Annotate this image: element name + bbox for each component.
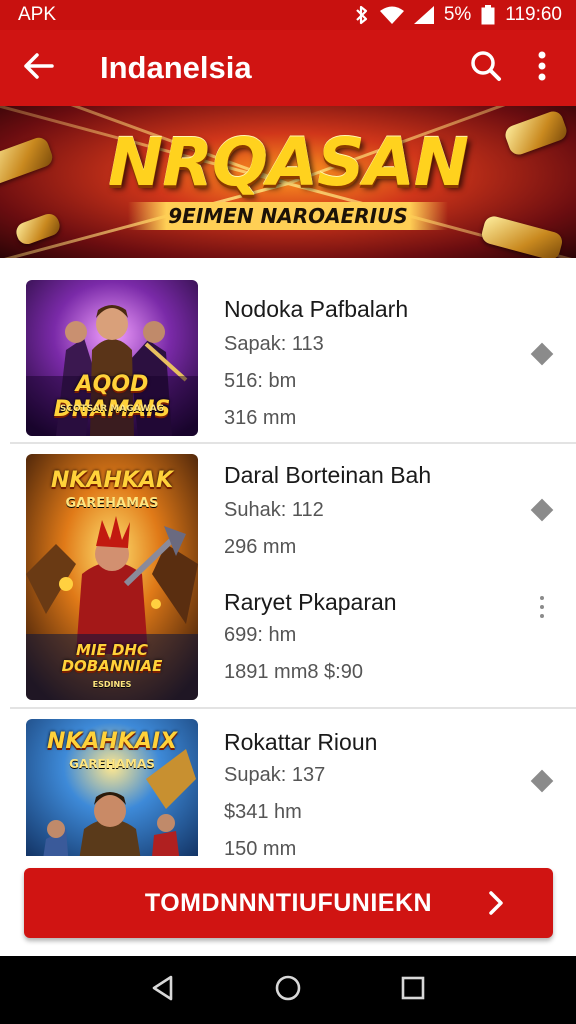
page-title: Indanelsia (100, 50, 252, 85)
item-title: Nodoka Pafbalarh (224, 296, 409, 322)
back-arrow-icon (22, 52, 54, 85)
thumbnail-bottom-title: MIE DHC DOBANNIAE (61, 641, 163, 675)
game-thumbnail: NKAHKAIX GAREHAMAS (26, 719, 198, 858)
nav-back-icon (151, 975, 175, 1006)
item-detail: Supak: 137 (224, 764, 326, 786)
battery-icon (481, 5, 495, 25)
thumbnail-subtitle: GAREHAMAS (65, 496, 159, 511)
cta-area: TOMDNNNTIUFUNIEKN (0, 856, 576, 956)
more-options-button[interactable] (514, 30, 570, 106)
item-detail: Sapak: 113 (224, 333, 324, 355)
banner-title: NRQASAN (107, 124, 469, 201)
thumbnail-title: AQOD DNAMAIS (53, 372, 171, 422)
search-icon (470, 50, 502, 87)
status-app-label: APK (18, 4, 57, 25)
search-button[interactable] (458, 30, 514, 106)
signal-icon (413, 6, 434, 24)
nav-home-icon (274, 974, 302, 1007)
item-detail: 296 mm (224, 536, 297, 558)
item-details: Daral Borteinan Bah Suhak: 112 296 mm Ra… (224, 462, 524, 684)
item-detail: 516: bm (224, 370, 297, 392)
app-bar: Indanelsia (0, 30, 576, 106)
banner-subtitle: 9EIMEN NAROAERIUS (0, 202, 576, 230)
promo-banner[interactable]: NRQASAN 9EIMEN NAROAERIUS (0, 106, 576, 258)
status-icons: 5% 119:60 (354, 4, 562, 26)
banner-subtitle-text: 9EIMEN NAROAERIUS (128, 202, 448, 230)
thumbnail-subtitle: GAREHAMAS (69, 757, 155, 771)
wifi-icon (379, 6, 404, 24)
diamond-icon[interactable] (530, 769, 554, 793)
nav-recents-button[interactable] (383, 960, 443, 1020)
game-list: AQOD DNAMAIS SCOTSAR MAGAWAG Nodoka Pafb… (0, 258, 576, 858)
diamond-icon[interactable] (530, 498, 554, 522)
status-bar: APK 5% 119:60 (0, 0, 576, 30)
thumbnail-title: NKAHKAIX (46, 729, 178, 754)
item-detail: 150 mm (224, 838, 297, 858)
list-item[interactable]: AQOD DNAMAIS SCOTSAR MAGAWAG Nodoka Pafb… (10, 258, 576, 444)
thumbnail-title: NKAHKAK (50, 468, 174, 493)
thumbnail-subtitle: SCOTSAR MAGAWAG (59, 404, 165, 414)
item-detail: $341 hm (224, 801, 302, 823)
nav-home-button[interactable] (258, 960, 318, 1020)
battery-level: 5% (443, 4, 472, 25)
item-detail: 1891 mm8 $:90 (224, 661, 363, 683)
more-vert-icon (538, 51, 546, 86)
item-detail: Suhak: 112 (224, 499, 324, 521)
nav-recents-icon (401, 976, 425, 1005)
bluetooth-icon (354, 5, 370, 25)
nav-back-button[interactable] (133, 960, 193, 1020)
more-vert-icon[interactable] (538, 596, 546, 618)
thumbnail-tag: ESDINES (92, 680, 132, 689)
item-title: Daral Borteinan Bah (224, 462, 432, 488)
game-thumbnail: AQOD DNAMAIS SCOTSAR MAGAWAG (26, 280, 198, 436)
item-detail: 699: hm (224, 624, 297, 646)
cta-button[interactable]: TOMDNNNTIUFUNIEKN (24, 868, 553, 938)
game-thumbnail: NKAHKAK GAREHAMAS MIE DHC DOBANNIAE ESDI… (26, 454, 198, 700)
status-time: 119:60 (505, 4, 562, 25)
back-button[interactable] (0, 30, 76, 106)
list-item[interactable]: NKAHKAK GAREHAMAS MIE DHC DOBANNIAE ESDI… (10, 444, 576, 709)
system-nav-bar (0, 956, 576, 1024)
diamond-icon[interactable] (530, 342, 554, 366)
item-title: Rokattar Rioun (224, 729, 378, 755)
cta-label: TOMDNNNTIUFUNIEKN (144, 888, 433, 917)
item-details: Rokattar Rioun Supak: 137 $341 hm 150 mm (224, 729, 524, 858)
item-details: Nodoka Pafbalarh Sapak: 113 516: bm 316 … (224, 296, 524, 430)
item-detail: 316 mm (224, 407, 297, 429)
item-subtitle: Raryet Pkaparan (224, 589, 397, 615)
chevron-right-icon (487, 888, 505, 923)
list-item[interactable]: NKAHKAIX GAREHAMAS Rokattar Rioun Supak:… (10, 709, 576, 858)
